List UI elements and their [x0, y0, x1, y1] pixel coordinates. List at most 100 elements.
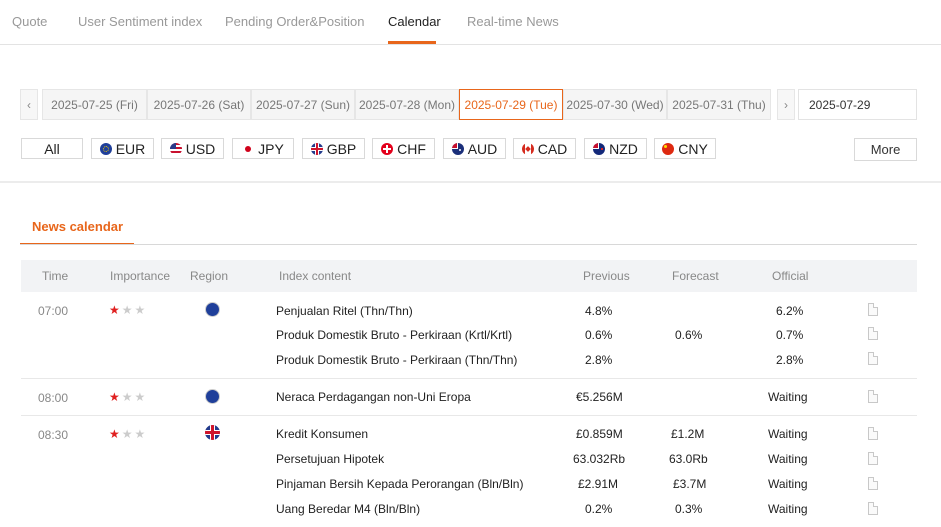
section-title-rule	[20, 244, 917, 245]
official-value: 2.8%	[776, 353, 804, 367]
forecast-value: £3.7M	[673, 477, 707, 491]
importance-rating: ★ ★ ★	[109, 391, 145, 403]
currency-filter-cny[interactable]: CNY	[654, 138, 716, 159]
star-empty-icon: ★	[121, 390, 133, 404]
currency-filter-eur[interactable]: EUR	[91, 138, 154, 159]
document-icon[interactable]	[868, 327, 878, 340]
nz-flag-icon	[593, 142, 606, 155]
date-tab[interactable]: 2025-07-25 (Fri)	[42, 89, 147, 120]
date-tab-selected[interactable]: 2025-07-29 (Tue)	[459, 89, 563, 120]
forecast-value: 63.0Rb	[669, 452, 708, 466]
date-tab[interactable]: 2025-07-31 (Thu)	[667, 89, 771, 120]
document-icon[interactable]	[868, 452, 878, 465]
index-name[interactable]: Persetujuan Hipotek	[276, 452, 384, 466]
document-icon[interactable]	[868, 390, 878, 403]
official-value: Waiting	[768, 502, 808, 516]
importance-rating: ★ ★ ★	[109, 428, 145, 440]
gb-flag-icon	[205, 425, 220, 440]
official-value: Waiting	[768, 452, 808, 466]
official-value: Waiting	[768, 390, 808, 404]
tab-quote[interactable]: Quote	[12, 14, 47, 29]
forecast-value: £1.2M	[671, 427, 705, 441]
star-empty-icon: ★	[121, 427, 133, 441]
col-header-importance: Importance	[110, 269, 171, 283]
previous-value: 0.6%	[585, 328, 613, 342]
currency-filter-jpy[interactable]: JPY	[232, 138, 294, 159]
star-empty-icon: ★	[134, 390, 146, 404]
date-tab[interactable]: 2025-07-27 (Sun)	[251, 89, 355, 120]
tab-calendar[interactable]: Calendar	[388, 14, 441, 29]
currency-label: GBP	[326, 140, 357, 157]
au-flag-icon	[451, 142, 464, 155]
previous-value: €5.256M	[576, 390, 623, 404]
tab-user-sentiment-index[interactable]: User Sentiment index	[78, 14, 202, 29]
row-separator	[21, 378, 917, 379]
official-value: Waiting	[768, 427, 808, 441]
importance-rating: ★ ★ ★	[109, 304, 145, 316]
section-divider	[0, 181, 941, 183]
previous-value: 0.2%	[585, 502, 613, 516]
currency-filter-usd[interactable]: USD	[161, 138, 224, 159]
currency-label: USD	[185, 140, 216, 157]
previous-value: 4.8%	[585, 304, 613, 318]
star-empty-icon: ★	[134, 303, 146, 317]
currency-filter-gbp[interactable]: GBP	[302, 138, 365, 159]
currency-label: All	[44, 140, 60, 157]
col-header-forecast: Forecast	[672, 269, 719, 283]
event-time: 08:30	[38, 428, 69, 442]
eu-flag-icon	[205, 302, 220, 317]
tab-real-time-news[interactable]: Real-time News	[467, 14, 559, 29]
currency-label: AUD	[467, 140, 498, 157]
cn-flag-icon	[662, 142, 675, 155]
index-name[interactable]: Penjualan Ritel (Thn/Thn)	[276, 304, 413, 318]
currency-label: NZD	[609, 140, 638, 157]
currency-filter-aud[interactable]: AUD	[443, 138, 506, 159]
star-empty-icon: ★	[121, 303, 133, 317]
forecast-value: 0.6%	[675, 328, 703, 342]
news-calendar-title: News calendar	[20, 210, 134, 245]
currency-label: EUR	[115, 140, 146, 157]
ca-flag-icon	[521, 142, 534, 155]
document-icon[interactable]	[868, 352, 878, 365]
index-name[interactable]: Produk Domestik Bruto - Perkiraan (Krtl/…	[276, 328, 512, 342]
document-icon[interactable]	[868, 427, 878, 440]
forecast-value: 0.3%	[675, 502, 703, 516]
index-name[interactable]: Kredit Konsumen	[276, 427, 368, 441]
star-filled-icon: ★	[109, 427, 120, 441]
row-separator	[21, 415, 917, 416]
tab-pending-order-position[interactable]: Pending Order&Position	[225, 14, 364, 29]
prev-dates-button[interactable]: ‹	[20, 89, 38, 120]
currency-filter-chf[interactable]: CHF	[372, 138, 435, 159]
currency-filter-cad[interactable]: CAD	[513, 138, 576, 159]
gb-flag-icon	[310, 142, 323, 155]
table-header: Time Importance Region Index content Pre…	[21, 260, 917, 292]
col-header-region: Region	[190, 269, 229, 283]
top-navigation: Quote User Sentiment index Pending Order…	[0, 0, 941, 45]
next-dates-button[interactable]: ›	[777, 89, 795, 120]
date-tab[interactable]: 2025-07-28 (Mon)	[355, 89, 459, 120]
previous-value: £2.91M	[578, 477, 619, 491]
official-value: 0.7%	[776, 328, 804, 342]
document-icon[interactable]	[868, 502, 878, 515]
star-filled-icon: ★	[109, 303, 120, 317]
ch-flag-icon	[381, 142, 394, 155]
index-name[interactable]: Uang Beredar M4 (Bln/Bln)	[276, 502, 420, 516]
col-header-official: Official	[772, 269, 809, 283]
currency-filter-all[interactable]: All	[21, 138, 83, 159]
date-tab[interactable]: 2025-07-26 (Sat)	[147, 89, 251, 120]
document-icon[interactable]	[868, 477, 878, 490]
currency-filter-nzd[interactable]: NZD	[584, 138, 647, 159]
event-time: 08:00	[38, 391, 69, 405]
document-icon[interactable]	[868, 303, 878, 316]
index-name[interactable]: Produk Domestik Bruto - Perkiraan (Thn/T…	[276, 353, 517, 367]
col-header-previous: Previous	[583, 269, 630, 283]
more-currencies-button[interactable]: More	[854, 138, 917, 161]
date-tab[interactable]: 2025-07-30 (Wed)	[563, 89, 667, 120]
us-flag-icon	[169, 142, 182, 155]
date-picker-input[interactable]: 2025-07-29	[798, 89, 917, 120]
event-time: 07:00	[38, 304, 69, 318]
star-empty-icon: ★	[134, 427, 146, 441]
index-name[interactable]: Pinjaman Bersih Kepada Perorangan (Bln/B…	[276, 477, 523, 491]
index-name[interactable]: Neraca Perdagangan non-Uni Eropa	[276, 390, 471, 404]
official-value: 6.2%	[776, 304, 804, 318]
